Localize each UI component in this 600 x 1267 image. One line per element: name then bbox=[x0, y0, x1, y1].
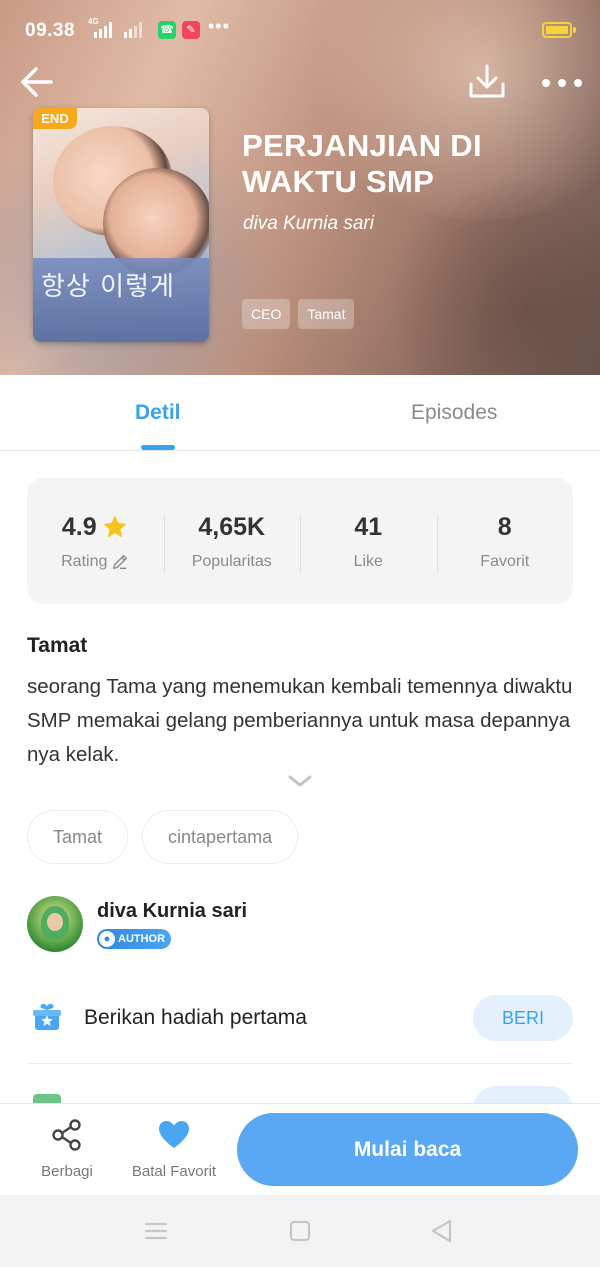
keyword-tag[interactable]: Tamat bbox=[27, 810, 129, 864]
favorite-value: 8 bbox=[497, 512, 512, 541]
bottom-action-bar: Berbagi Batal Favorit Mulai baca bbox=[0, 1103, 600, 1195]
system-back-button[interactable] bbox=[426, 1215, 458, 1247]
star-icon bbox=[102, 515, 127, 538]
back-button[interactable] bbox=[18, 62, 58, 102]
heart-icon bbox=[159, 1121, 189, 1148]
genre-tags: CEO Tamat bbox=[242, 299, 355, 329]
share-icon bbox=[52, 1119, 81, 1151]
chevron-down-icon bbox=[288, 775, 312, 787]
synopsis-text: seorang Tama yang menemukan kembali teme… bbox=[27, 675, 573, 766]
triangle-back-icon bbox=[431, 1219, 452, 1243]
more-notifications-icon: ••• bbox=[208, 16, 230, 36]
battery-icon bbox=[542, 22, 572, 38]
keyword-tag[interactable]: cintapertama bbox=[142, 810, 299, 864]
author-badge-label: AUTHOR bbox=[118, 933, 166, 945]
more-options-button[interactable] bbox=[538, 62, 586, 102]
tab-bar: Detil Episodes bbox=[0, 375, 600, 451]
like-value: 41 bbox=[354, 512, 383, 541]
notification-app-icon: ✎ bbox=[182, 21, 200, 39]
stat-popularity: 4,65K Popularitas bbox=[163, 511, 301, 573]
favorite-label: Favorit bbox=[480, 553, 530, 570]
stat-like: 41 Like bbox=[300, 511, 437, 573]
end-badge: END bbox=[33, 108, 77, 129]
signal-icon bbox=[94, 22, 112, 38]
rating-label: Rating bbox=[61, 553, 108, 570]
rating-value: 4.9 bbox=[61, 512, 97, 541]
arrow-left-icon bbox=[21, 67, 53, 97]
book-header: 09.38 4G ☎ ✎ ••• 항상 이렇게 END PERJANJIAN D… bbox=[0, 0, 600, 375]
home-button[interactable] bbox=[284, 1215, 316, 1247]
more-dots-icon bbox=[542, 79, 582, 87]
give-gift-button[interactable]: BERI bbox=[473, 995, 573, 1041]
divider bbox=[27, 1063, 573, 1064]
stat-rating[interactable]: 4.9 Rating bbox=[27, 511, 164, 571]
share-label: Berbagi bbox=[41, 1163, 93, 1180]
book-cover[interactable]: 항상 이렇게 bbox=[33, 108, 209, 342]
status-time: 09.38 bbox=[25, 20, 76, 41]
genre-tag[interactable]: CEO bbox=[242, 299, 291, 329]
tab-episodes[interactable]: Episodes bbox=[411, 401, 497, 425]
unfavorite-button[interactable]: Batal Favorit bbox=[122, 1118, 226, 1180]
share-button[interactable]: Berbagi bbox=[30, 1118, 104, 1180]
expand-synopsis-button[interactable] bbox=[285, 770, 315, 792]
popularity-value: 4,65K bbox=[198, 512, 266, 541]
gift-label: Berikan hadiah pertama bbox=[84, 1006, 307, 1029]
book-title: PERJANJIAN DI WAKTU SMP bbox=[242, 128, 482, 199]
menu-lines-icon bbox=[144, 1222, 168, 1240]
author-badge: ● AUTHOR bbox=[97, 929, 172, 949]
author-avatar[interactable] bbox=[27, 896, 83, 952]
stat-favorite: 8 Favorit bbox=[436, 511, 574, 573]
favorite-label: Batal Favorit bbox=[131, 1163, 217, 1180]
book-author[interactable]: diva Kurnia sari bbox=[243, 213, 374, 235]
completion-status: Tamat bbox=[27, 634, 88, 657]
signal-icon bbox=[124, 22, 142, 38]
system-nav-bar bbox=[0, 1195, 600, 1267]
like-label: Like bbox=[353, 553, 383, 570]
status-bar: 09.38 4G ☎ ✎ ••• bbox=[0, 0, 600, 58]
droplet-icon: ● bbox=[99, 931, 115, 947]
download-icon bbox=[469, 64, 505, 98]
square-icon bbox=[289, 1220, 311, 1242]
pencil-icon bbox=[113, 554, 128, 570]
whatsapp-icon: ☎ bbox=[158, 21, 176, 39]
cover-title-text: 항상 이렇게 bbox=[41, 272, 175, 302]
stats-panel: 4.9 Rating 4,65K Popularitas 41 Like 8 F… bbox=[27, 478, 573, 604]
author-name[interactable]: diva Kurnia sari bbox=[97, 900, 247, 923]
popularity-label: Popularitas bbox=[191, 553, 272, 570]
genre-tag[interactable]: Tamat bbox=[298, 299, 355, 329]
download-button[interactable] bbox=[466, 62, 508, 102]
active-tab-indicator bbox=[141, 445, 175, 450]
battery-cap bbox=[573, 27, 576, 33]
keyword-tags: Tamat cintapertama bbox=[27, 810, 299, 864]
tab-detail[interactable]: Detil bbox=[135, 401, 181, 425]
start-reading-button[interactable]: Mulai baca bbox=[237, 1113, 578, 1186]
gift-icon bbox=[33, 1003, 61, 1030]
recent-apps-button[interactable] bbox=[140, 1215, 172, 1247]
